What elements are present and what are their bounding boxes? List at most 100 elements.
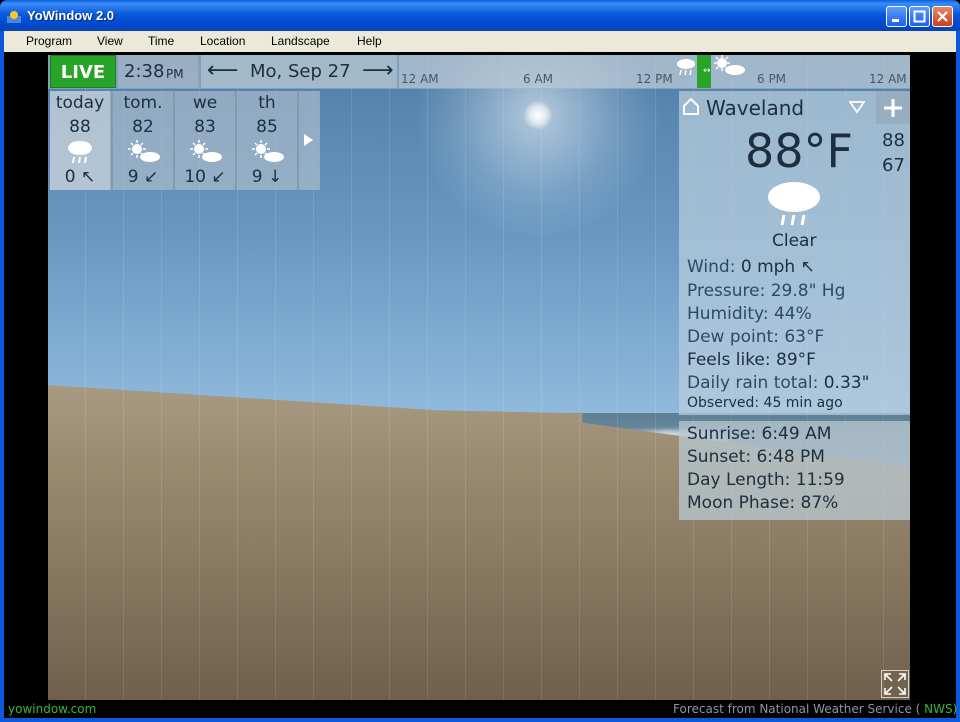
forecast-day-today[interactable]: today 88 0 ↖ bbox=[50, 91, 110, 190]
menu-program[interactable]: Program bbox=[26, 34, 72, 48]
wind-direction-icon: ↖ bbox=[800, 257, 815, 277]
prev-day-arrow[interactable]: ⟵ bbox=[207, 60, 239, 82]
day-name: we bbox=[192, 93, 218, 113]
dewpoint-label: Dew point: bbox=[687, 327, 779, 347]
timeline-label: 12 AM bbox=[401, 72, 439, 86]
day-name: tom. bbox=[123, 93, 163, 113]
forecast-day-thursday[interactable]: th 85 9 ↓ bbox=[237, 91, 297, 190]
high-temperature: 88 bbox=[882, 130, 905, 151]
menu-time[interactable]: Time bbox=[148, 34, 174, 48]
forecast-next-button[interactable] bbox=[298, 91, 320, 190]
day-length-value: 11:59 bbox=[795, 470, 845, 490]
next-day-arrow[interactable]: ⟶ bbox=[362, 60, 394, 82]
day-temp: 88 bbox=[69, 117, 91, 137]
day-temp: 83 bbox=[194, 117, 216, 137]
partly-cloudy-icon bbox=[128, 140, 160, 162]
menu-bar: Program View Time Location Landscape Hel… bbox=[0, 31, 960, 52]
cursor-arrows-icon: ↔ bbox=[703, 66, 711, 76]
rain-total-label: Daily rain total: bbox=[687, 373, 819, 393]
minimize-button[interactable] bbox=[886, 6, 907, 27]
day-length-row: Day Length: 11:59 bbox=[687, 470, 845, 490]
forecast-day-wednesday[interactable]: we 83 10 ↙ bbox=[175, 91, 235, 190]
condition-text: Clear bbox=[772, 231, 817, 251]
location-name[interactable]: Waveland bbox=[706, 96, 804, 120]
menu-landscape[interactable]: Landscape bbox=[271, 34, 330, 48]
sunset-label: Sunset: bbox=[687, 447, 752, 467]
sunrise-label: Sunrise: bbox=[687, 424, 757, 444]
dewpoint-row: Dew point: 63°F bbox=[687, 327, 824, 347]
window-frame-left bbox=[0, 31, 4, 722]
maximize-icon bbox=[913, 10, 926, 23]
current-date: Mo, Sep 27 bbox=[250, 61, 351, 82]
play-right-icon bbox=[304, 134, 313, 146]
moon-phase-row: Moon Phase: 87% bbox=[687, 493, 838, 513]
rain-total-row: Daily rain total: 0.33" bbox=[687, 373, 869, 393]
dewpoint-value: 63°F bbox=[784, 327, 825, 347]
sunrise-row: Sunrise: 6:49 AM bbox=[687, 424, 831, 444]
app-icon bbox=[7, 11, 21, 23]
day-name: th bbox=[258, 93, 276, 113]
timeline-label: 6 PM bbox=[757, 72, 787, 86]
feels-like-label: Feels like: bbox=[687, 350, 771, 370]
menu-view[interactable]: View bbox=[97, 34, 123, 48]
live-button[interactable]: LIVE bbox=[50, 55, 116, 88]
observed-value: 45 min ago bbox=[763, 395, 843, 411]
moon-phase-value: 87% bbox=[800, 493, 839, 513]
partly-cloudy-icon bbox=[714, 55, 745, 75]
forecast-source: Forecast from National Weather Service (… bbox=[673, 702, 957, 716]
day-temp: 82 bbox=[132, 117, 154, 137]
expand-icon bbox=[884, 673, 906, 695]
maximize-button[interactable] bbox=[909, 6, 930, 27]
site-link[interactable]: yowindow.com bbox=[8, 702, 96, 716]
forecast-day-tomorrow[interactable]: tom. 82 9 ↙ bbox=[113, 91, 173, 190]
humidity-value: 44% bbox=[773, 304, 812, 324]
plus-icon bbox=[884, 99, 902, 117]
rain-total-value: 0.33" bbox=[823, 373, 870, 393]
forecast-source-text: Forecast from National Weather Service ( bbox=[673, 702, 921, 716]
rain-cloud-icon bbox=[68, 141, 92, 164]
window-frame-bottom bbox=[0, 718, 960, 722]
close-button[interactable] bbox=[932, 6, 953, 27]
rain-cloud-icon bbox=[677, 59, 695, 76]
feels-like-value: 89°F bbox=[776, 350, 816, 370]
sunset-value: 6:48 PM bbox=[756, 447, 825, 467]
partly-cloudy-icon bbox=[252, 140, 284, 162]
pressure-value: 29.8" Hg bbox=[770, 281, 846, 301]
chevron-down-icon[interactable] bbox=[849, 100, 865, 114]
rain-cloud-icon bbox=[768, 182, 820, 226]
day-wind: 9 ↙ bbox=[127, 167, 159, 187]
add-location-button[interactable] bbox=[876, 91, 910, 124]
day-wind: 0 ↖ bbox=[64, 167, 96, 187]
current-time: 2:38 bbox=[124, 61, 165, 82]
day-wind: 9 ↓ bbox=[251, 167, 283, 187]
menu-help[interactable]: Help bbox=[357, 34, 382, 48]
sunset-row: Sunset: 6:48 PM bbox=[687, 447, 825, 467]
moon-phase-label: Moon Phase: bbox=[687, 493, 796, 513]
day-name: today bbox=[55, 93, 105, 113]
timeline-label: 6 AM bbox=[523, 72, 554, 86]
pressure-row: Pressure: 29.8" Hg bbox=[687, 281, 845, 301]
day-length-label: Day Length: bbox=[687, 470, 791, 490]
close-icon bbox=[937, 11, 948, 22]
menu-location[interactable]: Location bbox=[200, 34, 245, 48]
current-temperature: 88°F bbox=[745, 124, 853, 178]
nws-link[interactable]: NWS) bbox=[924, 702, 957, 716]
partly-cloudy-icon bbox=[190, 140, 222, 162]
low-temperature: 67 bbox=[882, 155, 905, 176]
day-temp: 85 bbox=[256, 117, 278, 137]
observed-row: Observed: 45 min ago bbox=[687, 395, 843, 411]
humidity-row: Humidity: 44% bbox=[687, 304, 812, 324]
fullscreen-button[interactable] bbox=[881, 670, 909, 698]
timeline-label: 12 AM bbox=[869, 72, 907, 86]
title-bar: YoWindow 2.0 bbox=[0, 0, 960, 31]
time-ampm: PM bbox=[166, 67, 184, 81]
feels-like-row: Feels like: 89°F bbox=[687, 350, 816, 370]
window-title: YoWindow 2.0 bbox=[27, 8, 115, 23]
minimize-icon bbox=[892, 19, 899, 22]
humidity-label: Humidity: bbox=[687, 304, 769, 324]
home-icon bbox=[683, 97, 699, 115]
pressure-label: Pressure: bbox=[687, 281, 766, 301]
wind-value: 0 mph bbox=[740, 257, 796, 277]
timeline-label: 12 PM bbox=[636, 72, 673, 86]
wind-row: Wind: 0 mph ↖ bbox=[687, 257, 815, 277]
